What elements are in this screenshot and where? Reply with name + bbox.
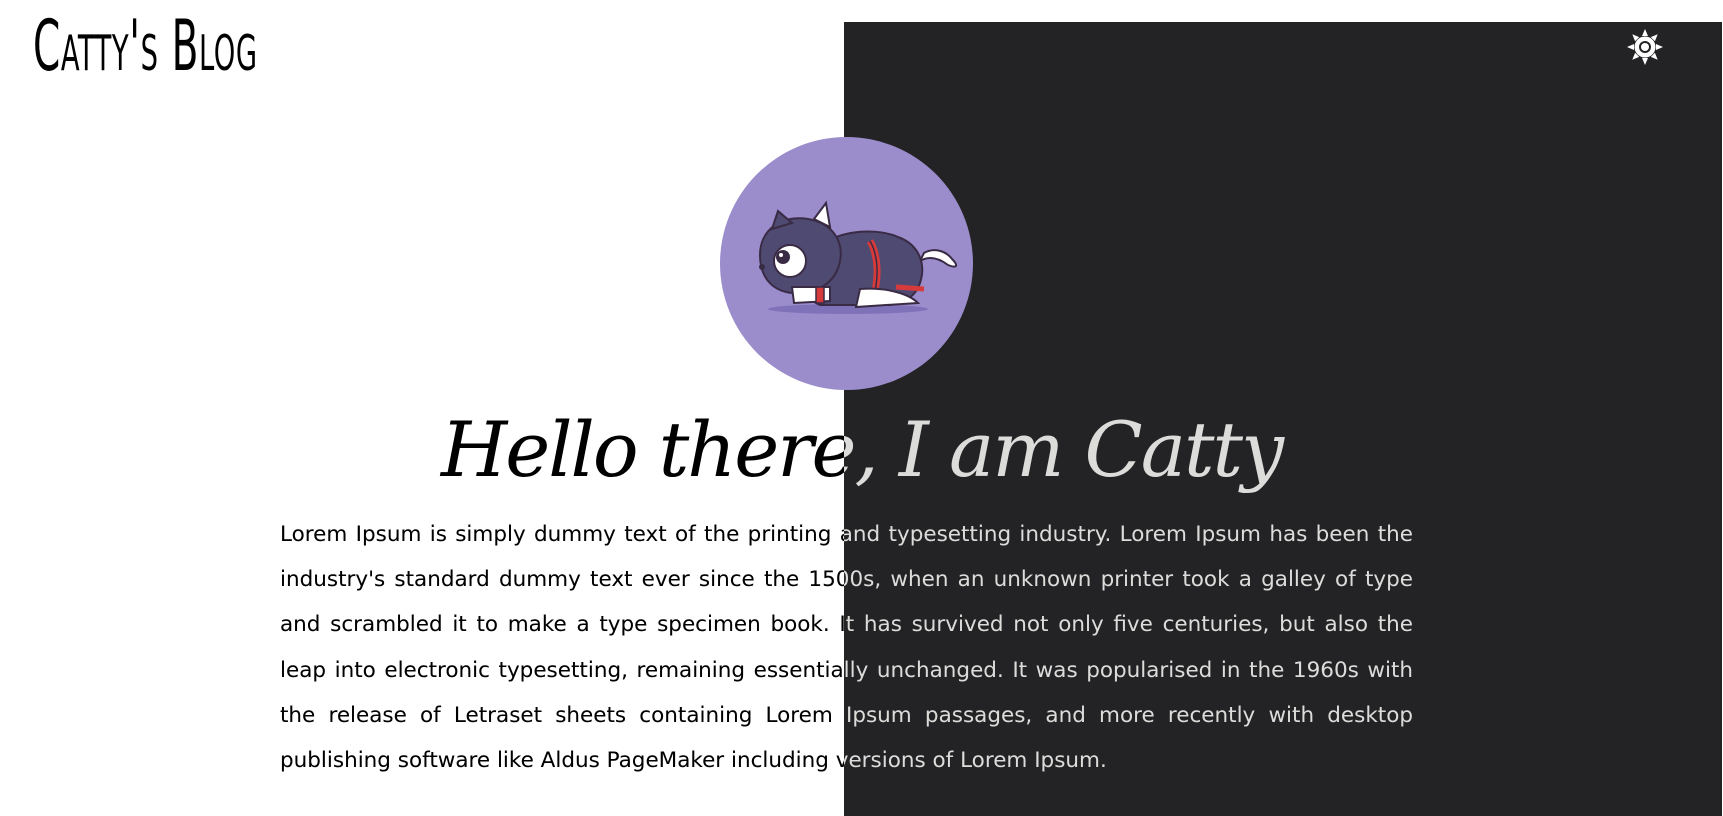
hero-heading: Hello there, I am Catty: [440, 405, 1284, 494]
site-title[interactable]: Catty's Blog: [33, 6, 258, 86]
intro-paragraph: Lorem Ipsum is simply dummy text of the …: [280, 522, 1413, 774]
theme-toggle-button[interactable]: [1626, 29, 1664, 69]
sun-icon: [1627, 29, 1663, 69]
page: Catty's Blog Hello there, I am Catty Lor…: [0, 0, 1723, 816]
cat-icon: [758, 200, 958, 314]
avatar: [720, 137, 973, 390]
